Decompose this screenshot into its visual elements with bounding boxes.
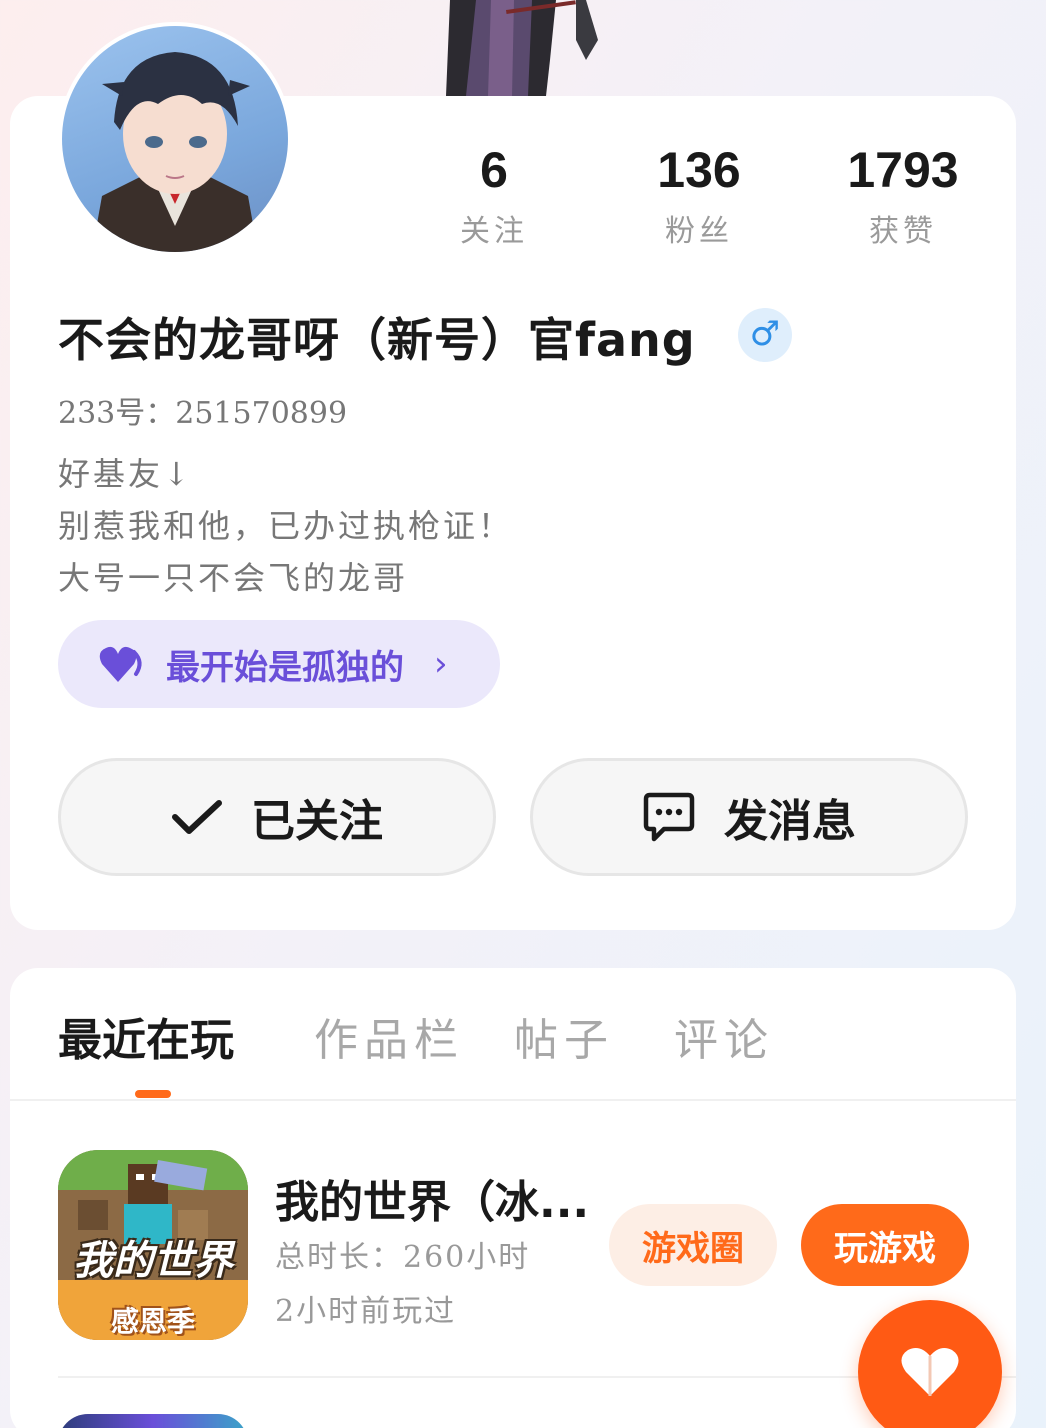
likes-label: 获赞	[869, 214, 937, 249]
relationship-badge[interactable]: 最开始是孤独的 ›	[58, 620, 500, 708]
male-icon: ♂	[738, 308, 792, 362]
heart-icon	[901, 1348, 959, 1396]
game-icon[interactable]: 我的世界 感恩季	[58, 1150, 248, 1340]
followers-count: 136	[657, 142, 741, 198]
followed-label: 已关注	[251, 796, 383, 847]
followed-button[interactable]: 已关注	[58, 758, 496, 876]
bio-line: 别惹我和他，已办过执枪证！	[58, 507, 514, 545]
bio: 好基友↓ 别惹我和他，已办过执枪证！ 大号一只不会飞的龙哥	[58, 448, 513, 604]
stat-following[interactable]: 6 关注	[414, 142, 574, 250]
chat-bubble-icon	[643, 792, 695, 842]
avatar[interactable]	[58, 22, 292, 256]
tab-posts[interactable]: 帖子	[514, 1004, 614, 1068]
likes-count: 1793	[847, 142, 959, 198]
game-last-played: 2小时前玩过	[275, 1294, 457, 1329]
bio-line: 好基友↓	[58, 455, 193, 493]
profile-banner-figure	[436, 0, 606, 96]
next-game-icon[interactable]	[58, 1414, 248, 1428]
tab-recently-played[interactable]: 最近在玩	[58, 1004, 234, 1068]
stat-followers[interactable]: 136 粉丝	[619, 142, 779, 250]
send-message-button[interactable]: 发消息	[530, 758, 968, 876]
active-tab-indicator	[135, 1090, 171, 1098]
user-id[interactable]: 233号：251570899	[58, 388, 347, 432]
send-message-label: 发消息	[724, 796, 856, 847]
game-title[interactable]: 我的世界（冰...	[275, 1166, 589, 1230]
following-count: 6	[480, 142, 508, 198]
bio-line: 大号一只不会飞的龙哥	[58, 559, 409, 597]
game-icon-title: 我的世界	[73, 1238, 233, 1284]
check-icon	[172, 800, 222, 834]
play-game-button[interactable]: 玩游戏	[801, 1204, 969, 1286]
stat-likes[interactable]: 1793 获赞	[823, 142, 983, 250]
game-circle-button[interactable]: 游戏圈	[609, 1204, 777, 1286]
game-icon-subtitle: 感恩季	[110, 1305, 195, 1338]
chevron-right-icon: ›	[434, 644, 448, 684]
followers-label: 粉丝	[665, 214, 733, 249]
heart-icon	[99, 646, 142, 682]
following-label: 关注	[460, 214, 528, 249]
badge-label: 最开始是孤独的	[166, 647, 404, 688]
game-total-time: 总时长：260小时	[275, 1240, 531, 1275]
tab-divider	[10, 1099, 1016, 1101]
tab-works[interactable]: 作品栏	[314, 1004, 464, 1068]
username: 不会的龙哥呀（新号）官fang	[58, 313, 696, 367]
tab-comments[interactable]: 评论	[674, 1004, 774, 1068]
